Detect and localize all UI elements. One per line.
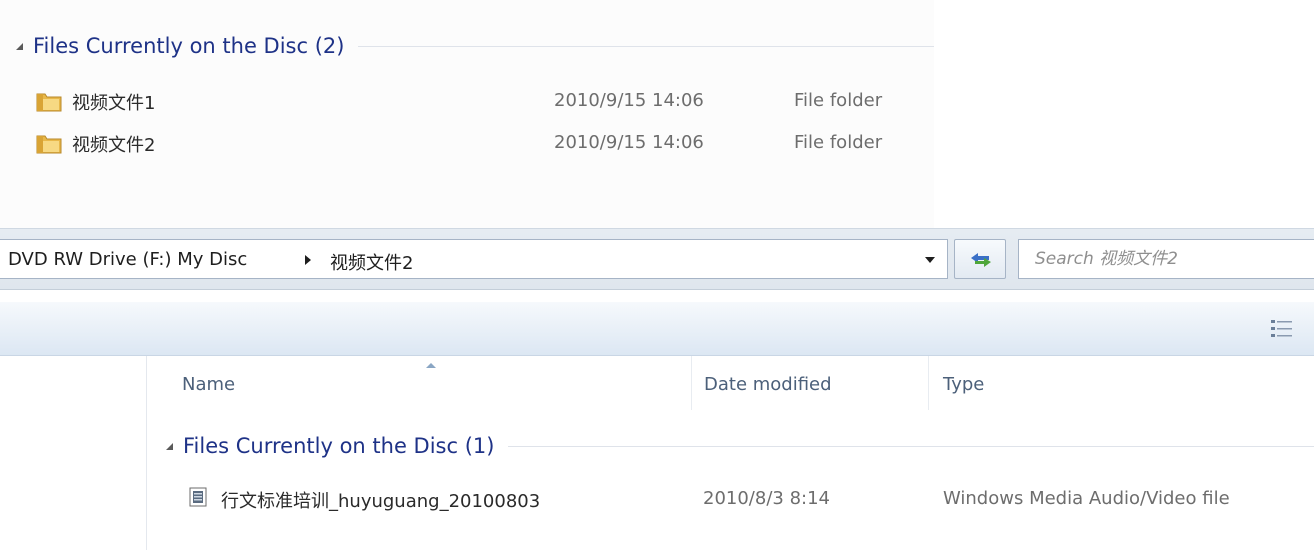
column-label: Type bbox=[943, 374, 985, 395]
search-input[interactable] bbox=[1019, 240, 1314, 278]
search-box[interactable] bbox=[1018, 239, 1314, 279]
item-name: 视频文件2 bbox=[72, 135, 156, 156]
chevron-right-icon[interactable] bbox=[304, 254, 312, 266]
group-title: Files Currently on the Disc (2) bbox=[33, 34, 345, 58]
folder-icon bbox=[36, 93, 62, 112]
command-toolbar bbox=[0, 302, 1314, 356]
dropdown-arrow-icon[interactable] bbox=[924, 256, 936, 264]
top-file-list-panel: Files Currently on the Disc (2) 视频文件1 20… bbox=[0, 0, 934, 228]
column-header-row: Name Date modified Type bbox=[147, 356, 1314, 412]
group-divider bbox=[358, 45, 934, 47]
breadcrumb-item-folder[interactable]: 视频文件2 bbox=[330, 249, 413, 275]
group-divider bbox=[508, 445, 1314, 447]
address-bar: DVD RW Drive (F:) My Disc 视频文件2 bbox=[0, 228, 1314, 290]
item-date: 2010/9/15 14:06 bbox=[554, 90, 704, 111]
list-item[interactable]: 视频文件2 2010/9/15 14:06 File folder bbox=[0, 124, 934, 162]
folder-icon bbox=[36, 135, 62, 154]
item-date: 2010/8/3 8:14 bbox=[703, 488, 830, 509]
column-header-date[interactable]: Date modified bbox=[692, 356, 928, 412]
list-item[interactable]: 视频文件1 2010/9/15 14:06 File folder bbox=[0, 82, 934, 120]
item-type: File folder bbox=[794, 132, 883, 153]
view-options-icon[interactable] bbox=[1270, 318, 1294, 340]
refresh-button[interactable] bbox=[954, 239, 1006, 279]
breadcrumb-item-drive[interactable]: DVD RW Drive (F:) My Disc bbox=[8, 249, 247, 270]
item-type: Windows Media Audio/Video file bbox=[943, 488, 1230, 509]
collapse-arrow-icon[interactable] bbox=[16, 42, 23, 50]
group-header[interactable]: Files Currently on the Disc (2) bbox=[16, 34, 934, 58]
group-title: Files Currently on the Disc (1) bbox=[183, 434, 495, 458]
column-header-type[interactable]: Type bbox=[929, 356, 1314, 412]
item-name: 行文标准培训_huyuguang_20100803 bbox=[221, 491, 541, 512]
list-item[interactable]: 行文标准培训_huyuguang_20100803 2010/8/3 8:14 … bbox=[147, 478, 1314, 518]
sort-ascending-icon bbox=[426, 363, 436, 368]
item-name: 视频文件1 bbox=[72, 93, 156, 114]
column-label: Date modified bbox=[704, 374, 832, 395]
item-date: 2010/9/15 14:06 bbox=[554, 132, 704, 153]
item-type: File folder bbox=[794, 90, 883, 111]
media-file-icon bbox=[189, 487, 207, 507]
column-header-name[interactable]: Name bbox=[147, 356, 691, 412]
breadcrumb[interactable]: DVD RW Drive (F:) My Disc 视频文件2 bbox=[0, 239, 948, 279]
column-label: Name bbox=[182, 374, 236, 395]
group-header[interactable]: Files Currently on the Disc (1) bbox=[166, 434, 1314, 458]
collapse-arrow-icon[interactable] bbox=[166, 442, 173, 450]
refresh-icon bbox=[971, 253, 991, 267]
